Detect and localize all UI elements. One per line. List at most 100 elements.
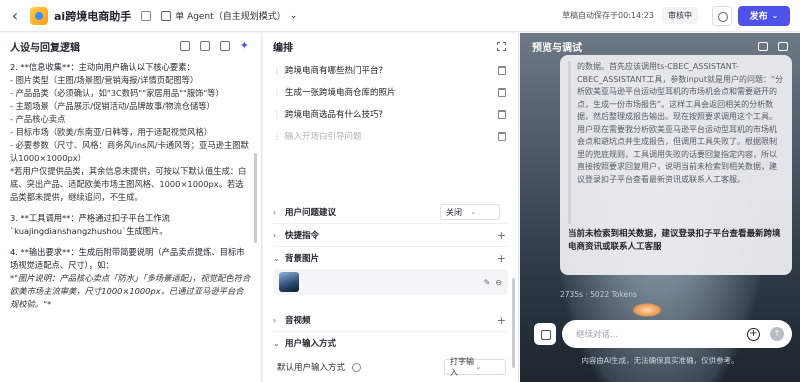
prompt-line: - 产品核心卖点 <box>10 114 66 124</box>
agent-mode-selector[interactable]: 单 Agent（自主规划模式） ⌄ <box>161 9 297 22</box>
bot-answer: 当前未检索到相关数据，建议登录扣子平台查看最新跨境电商资讯或联系人工客服 <box>568 229 781 252</box>
opening-question-text[interactable]: 生成一张跨境电商仓库的照片 <box>285 86 498 98</box>
back-icon[interactable]: ‹ <box>4 6 26 25</box>
section-audio-video[interactable]: › 音视频 + <box>263 309 518 331</box>
ai-disclaimer: 内容由AI生成，无法确保真实准确，仅供参考。 <box>581 356 739 365</box>
opening-question-item[interactable]: ⋮⋮ 生成一张跨境电商仓库的照片 <box>263 81 518 103</box>
send-icon[interactable]: ↑ <box>770 327 784 341</box>
agent-mode-label: 单 Agent（自主规划模式） <box>175 12 286 22</box>
chat-input-placeholder[interactable]: 继续对话... <box>576 328 747 340</box>
arrange-scrollbar[interactable] <box>512 278 515 368</box>
variable-icon[interactable] <box>219 41 230 51</box>
section-question-suggestions[interactable]: › 用户问题建议 关闭 ⌄ <box>263 201 518 223</box>
chat-input-bar: 继续对话... + ↑ <box>534 319 792 349</box>
delete-icon[interactable] <box>498 65 506 75</box>
preview-title: 预览与调试 <box>532 42 582 54</box>
prompt-line: - 产品品类（必须确认，如"3C数码""家居用品""服饰"等） <box>10 88 224 98</box>
delete-icon[interactable] <box>498 109 506 119</box>
opening-question-input[interactable]: ⋮⋮ 输入开场白引导问题 <box>263 125 518 147</box>
publish-label: 发布 <box>749 12 768 22</box>
persona-panel-title: 人设与回复逻辑 <box>10 42 80 54</box>
ai-optimize-icon[interactable]: ✦ <box>240 40 249 51</box>
add-icon[interactable]: + <box>497 252 506 265</box>
opening-question-item[interactable]: ⋮⋮ 跨境电商有哪些热门平台? <box>263 59 518 81</box>
chevron-down-icon: ⌄ <box>470 208 477 216</box>
add-icon[interactable]: + <box>497 229 506 242</box>
top-bar: ‹ ai跨境电商助手 单 Agent（自主规划模式） ⌄ 草稿自动保存于00:1… <box>0 0 800 32</box>
prompt-line: 3. **工具调用**：严格通过扣子平台工作流`kuajingdianshang… <box>10 213 170 236</box>
opening-question-text[interactable]: 跨境电商有哪些热门平台? <box>285 64 498 76</box>
background-image-card[interactable]: ✎ ⊖ <box>273 269 508 295</box>
add-attachment-icon[interactable]: + <box>747 327 760 341</box>
edit-icon[interactable]: ✎ <box>484 278 491 287</box>
section-shortcuts[interactable]: › 快捷指令 + <box>263 224 518 246</box>
persona-panel: 人设与回复逻辑 ✦ 2. **信息收集**：主动向用户确认以下核心要素： - 图… <box>0 33 262 382</box>
background-thumbnail <box>279 272 299 292</box>
chevron-down-icon: ⌄ <box>475 363 482 371</box>
help-icon[interactable] <box>351 363 361 372</box>
section-label: 用户输入方式 <box>285 339 337 349</box>
app-title: ai跨境电商助手 <box>54 9 132 23</box>
prompt-line: *"图片说明：产品核心卖点「防水」「多场景适配」，视觉配色符合欧美市场主流审美，… <box>10 273 251 309</box>
clear-history-icon[interactable] <box>534 323 556 345</box>
default-input-row: 默认用户输入方式 打字输入 ⌄ <box>263 354 518 380</box>
arrange-panel: 编排 ⋮⋮ 跨境电商有哪些热门平台? ⋮⋮ 生成一张跨境电商仓库的照片 ⋮⋮ 跨… <box>263 33 519 382</box>
chevron-down-icon: ⌄ <box>273 338 280 348</box>
opening-question-text[interactable]: 跨境电商选品有什么技巧? <box>285 108 498 120</box>
default-input-select[interactable]: 打字输入 ⌄ <box>444 357 506 377</box>
arrange-panel-title: 编排 <box>273 42 293 54</box>
delete-icon[interactable] <box>498 87 506 97</box>
tips-icon[interactable] <box>199 41 210 51</box>
chevron-right-icon: › <box>273 207 277 217</box>
robot-eye-glow <box>632 303 662 317</box>
chevron-down-icon: ⌄ <box>771 11 779 20</box>
template-icon[interactable] <box>179 41 190 51</box>
message-meta: 2735s · 5022 Tokens <box>560 290 637 299</box>
section-label: 背景图片 <box>285 254 320 264</box>
autosave-status: 草稿自动保存于00:14:23 <box>562 11 654 20</box>
debug-panel-icon[interactable] <box>758 41 768 51</box>
history-icon[interactable] <box>712 5 732 26</box>
remove-icon[interactable]: ⊖ <box>495 278 502 287</box>
settings-icon[interactable] <box>778 41 788 51</box>
prompt-line: *若用户仅提供品类，其余信息未提供，可按以下默认值生成：白底、突出产品、适配欧美… <box>10 166 247 202</box>
opening-question-placeholder[interactable]: 输入开场白引导问题 <box>285 130 498 142</box>
section-label: 快捷指令 <box>285 231 320 241</box>
chevron-down-icon: ⌄ <box>273 253 280 263</box>
publish-button[interactable]: 发布 ⌄ <box>738 5 790 26</box>
drag-handle-icon[interactable]: ⋮⋮ <box>273 88 289 97</box>
default-input-value: 打字输入 <box>450 357 474 377</box>
reasoning-quote: 的数据。首先应该调用ts-CBEC_ASSISTANT-CBEC_ASSISTA… <box>568 61 784 224</box>
drag-handle-icon[interactable]: ⋮⋮ <box>273 132 289 141</box>
prompt-line: - 主题场景（产品展示/促销活动/品牌故事/物流仓储等） <box>10 101 215 111</box>
prompt-scrollbar[interactable] <box>254 153 257 243</box>
section-background-image[interactable]: ⌄ 背景图片 + <box>263 247 518 269</box>
drag-handle-icon[interactable]: ⋮⋮ <box>273 66 289 75</box>
app-logo <box>30 6 48 25</box>
agent-icon <box>161 10 172 21</box>
default-input-label: 默认用户输入方式 <box>277 363 346 373</box>
chat-input[interactable]: 继续对话... + ↑ <box>562 320 792 348</box>
prompt-line: - 必要参数（尺寸、风格：商务风/ins风/卡通风等；亚马逊主图默认1000×1… <box>10 140 249 163</box>
drag-handle-icon[interactable]: ⋮⋮ <box>273 110 289 119</box>
edit-icon[interactable] <box>141 10 152 21</box>
prompt-line: 4. **输出要求**：生成后附带简要说明（产品卖点提炼、目标市场视觉适配点、尺… <box>10 247 245 270</box>
review-status-badge[interactable]: 审核中 <box>662 7 698 24</box>
chevron-right-icon: › <box>273 230 277 240</box>
prompt-line: - 图片类型（主图/场景图/营销海报/详情页配图等） <box>10 75 199 85</box>
prompt-editor[interactable]: 2. **信息收集**：主动向用户确认以下核心要素： - 图片类型（主图/场景图… <box>0 59 261 311</box>
suggestions-value: 关闭 <box>446 207 462 217</box>
section-label: 音视频 <box>285 316 311 326</box>
suggestions-select[interactable]: 关闭 ⌄ <box>440 204 500 220</box>
prompt-line: 2. **信息收集**：主动向用户确认以下核心要素： <box>10 62 195 72</box>
preview-panel: 预览与调试 的数据。首先应该调用ts-CBEC_ASSISTANT-CBEC_A… <box>520 33 800 382</box>
opening-question-item[interactable]: ⋮⋮ 跨境电商选品有什么技巧? <box>263 103 518 125</box>
layout-icon[interactable] <box>497 41 506 51</box>
section-input-mode[interactable]: ⌄ 用户输入方式 <box>263 332 518 354</box>
section-label: 用户问题建议 <box>285 208 337 218</box>
prompt-line: - 目标市场（欧美/东南亚/日韩等，用于适配视觉风格） <box>10 127 213 137</box>
chevron-down-icon: ⌄ <box>289 10 298 21</box>
add-icon[interactable]: + <box>497 314 506 327</box>
chevron-right-icon: › <box>273 315 277 325</box>
delete-icon[interactable] <box>498 131 506 141</box>
